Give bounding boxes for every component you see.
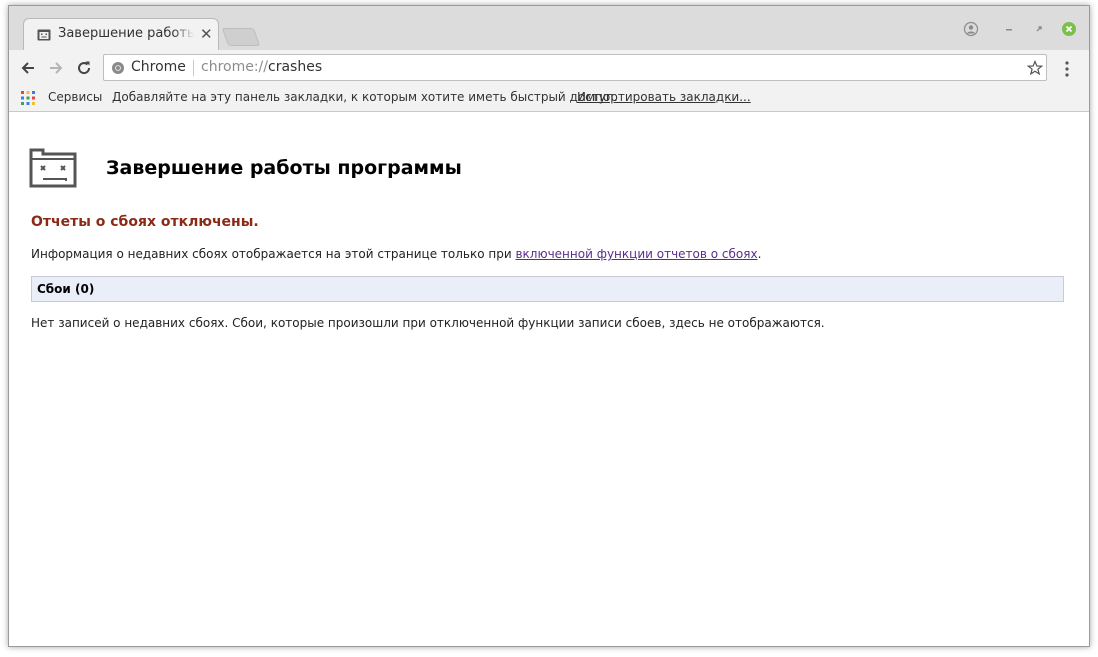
url-scheme: chrome:// [201,59,268,75]
crash-list-header: Сбои (0) [31,276,1064,302]
no-crashes-message: Нет записей о недавних сбоях. Сбои, кото… [31,316,825,330]
tab-crashes[interactable]: Завершение работы программы ✕ [23,18,219,50]
apps-bookmark[interactable]: Сервисы [48,90,102,104]
sad-folder-icon [29,148,77,188]
browser-window: Завершение работы программы ✕ [8,5,1090,647]
url-text[interactable]: chrome://crashes [201,59,322,75]
maximize-icon[interactable] [1031,21,1047,37]
kebab-menu-icon[interactable] [1059,60,1075,78]
arrow-left-icon[interactable] [19,59,37,77]
minimize-icon[interactable] [1001,21,1017,37]
star-icon[interactable] [1027,60,1043,76]
address-bar[interactable]: Chrome chrome://crashes [103,54,1047,81]
bookmarks-bar: Сервисы Добавляйте на эту панель закладк… [9,86,1089,112]
window-close-icon[interactable] [1061,21,1077,37]
crash-count-label: Сбои (0) [37,282,95,296]
chrome-logo-icon [112,62,124,74]
bookmarks-hint: Добавляйте на эту панель закладки, к кот… [112,90,618,104]
page-content: Завершение работы программы Отчеты о сбо… [9,112,1089,646]
new-tab-button[interactable] [221,28,261,46]
info-suffix: . [757,247,762,261]
tab-strip: Завершение работы программы ✕ [9,6,1089,50]
url-host: crashes [268,59,323,75]
import-bookmarks-link[interactable]: Импортировать закладки... [577,90,751,104]
apps-grid-icon[interactable] [21,91,35,105]
omnibox-separator [193,60,194,76]
enable-crash-reporting-link[interactable]: включенной функции отчетов о сбоях [515,247,757,261]
info-prefix: Информация о недавних сбоях отображается… [31,247,516,261]
page-title: Завершение работы программы [106,157,462,179]
sad-folder-icon [37,29,51,41]
reload-icon[interactable] [75,59,93,77]
tab-title: Завершение работы программы [58,26,194,41]
tab-close-icon[interactable]: ✕ [200,25,213,43]
toolbar: Chrome chrome://crashes [9,50,1089,86]
arrow-right-icon[interactable] [47,59,65,77]
crash-reporting-disabled-heading: Отчеты о сбоях отключены. [31,214,259,230]
site-chip: Chrome [131,59,186,75]
profile-icon[interactable] [963,21,979,37]
info-text: Информация о недавних сбоях отображается… [31,247,761,261]
